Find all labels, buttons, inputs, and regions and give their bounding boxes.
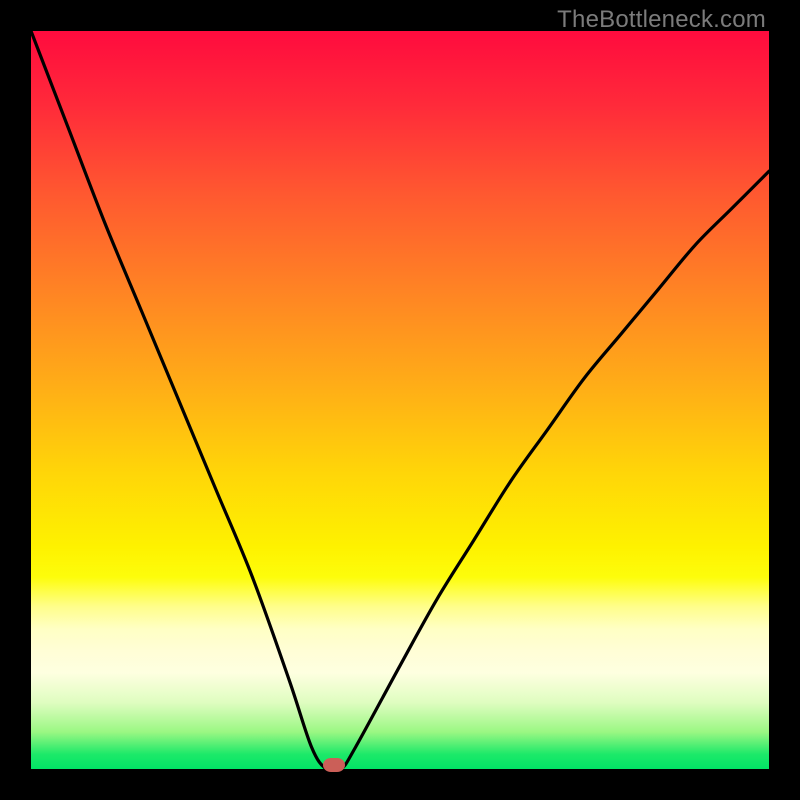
bottleneck-curve xyxy=(31,31,769,769)
chart-frame: TheBottleneck.com xyxy=(0,0,800,800)
watermark-text: TheBottleneck.com xyxy=(557,6,766,34)
optimal-point-marker xyxy=(323,758,345,772)
plot-area xyxy=(31,31,769,769)
